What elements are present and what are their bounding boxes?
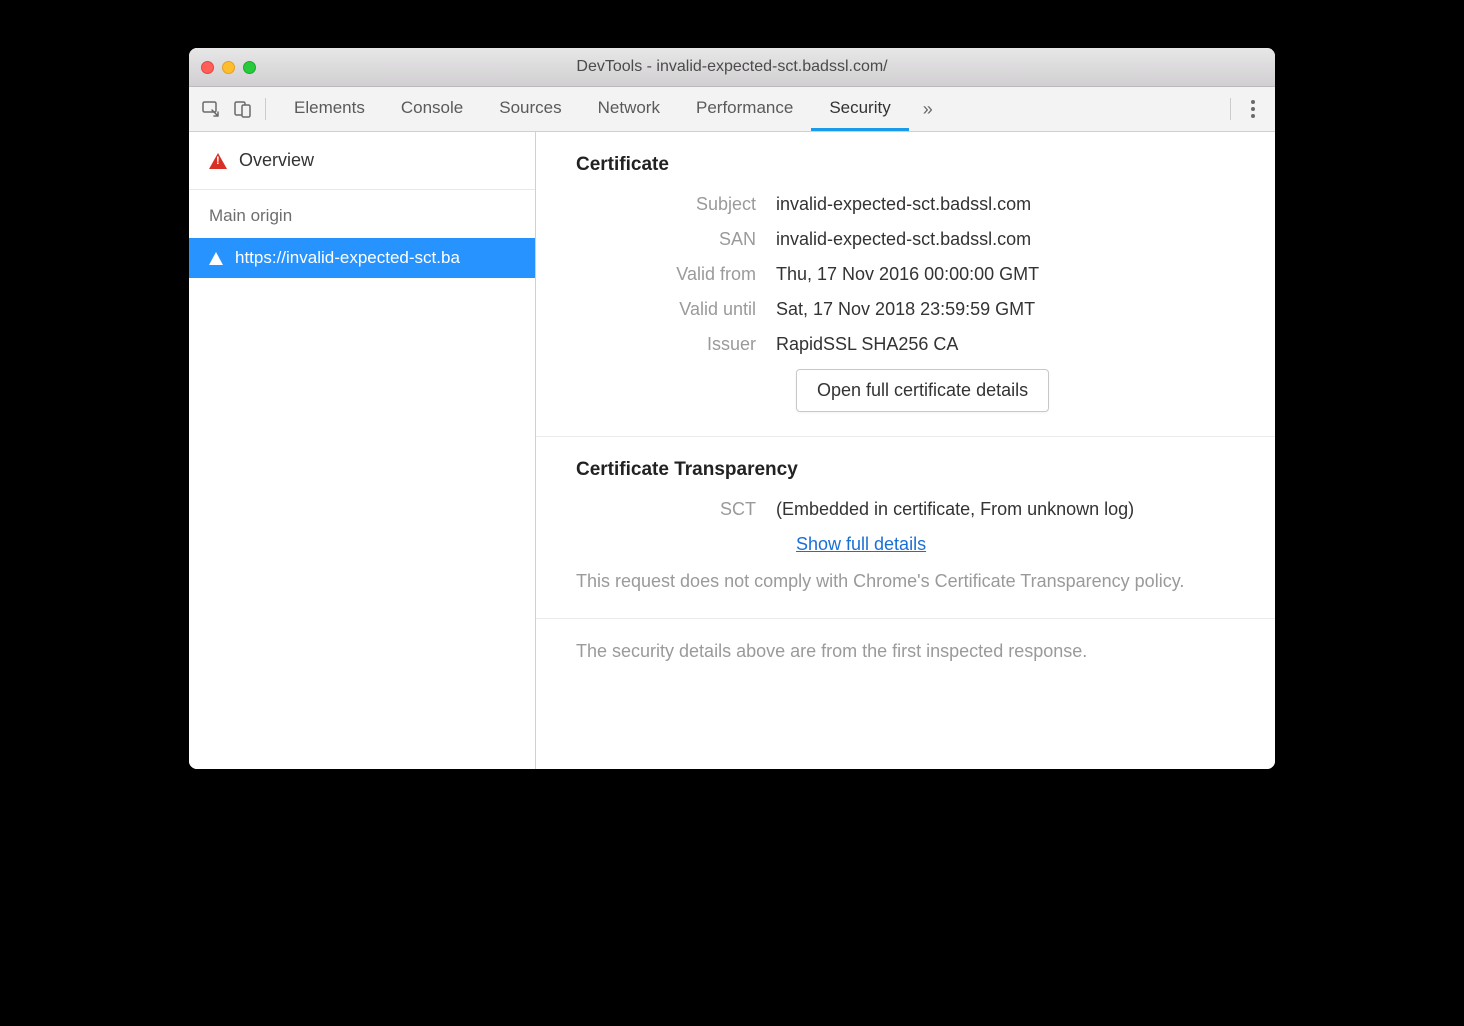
- titlebar: DevTools - invalid-expected-sct.badssl.c…: [189, 48, 1275, 87]
- main-origin-header: Main origin: [189, 190, 535, 238]
- toolbar-divider: [1230, 98, 1231, 120]
- devtools-window: DevTools - invalid-expected-sct.badssl.c…: [189, 48, 1275, 769]
- cert-value: invalid-expected-sct.badssl.com: [776, 229, 1235, 250]
- open-certificate-details-button[interactable]: Open full certificate details: [796, 369, 1049, 412]
- sidebar-overview[interactable]: Overview: [189, 132, 535, 189]
- devtools-tabs: Elements Console Sources Network Perform…: [276, 87, 947, 131]
- sidebar-origin-item[interactable]: https://invalid-expected-sct.ba: [189, 238, 535, 278]
- warning-icon: [209, 153, 227, 169]
- tab-performance[interactable]: Performance: [678, 87, 811, 131]
- cert-label: Subject: [576, 194, 776, 215]
- cert-label: Valid until: [576, 299, 776, 320]
- tab-security[interactable]: Security: [811, 87, 908, 131]
- footer-note: The security details above are from the …: [536, 619, 1275, 684]
- tab-sources[interactable]: Sources: [481, 87, 579, 131]
- ct-label: SCT: [576, 499, 776, 520]
- overview-label: Overview: [239, 150, 314, 171]
- tab-network[interactable]: Network: [580, 87, 678, 131]
- cert-value: Sat, 17 Nov 2018 23:59:59 GMT: [776, 299, 1235, 320]
- origin-url: https://invalid-expected-sct.ba: [235, 248, 460, 268]
- cert-row-issuer: Issuer RapidSSL SHA256 CA: [576, 334, 1235, 355]
- cert-value: Thu, 17 Nov 2016 00:00:00 GMT: [776, 264, 1235, 285]
- device-toggle-icon[interactable]: [231, 97, 255, 121]
- cert-button-row: Open full certificate details: [796, 369, 1235, 412]
- origin-warning-icon: [209, 252, 223, 265]
- window-title: DevTools - invalid-expected-sct.badssl.c…: [576, 58, 887, 76]
- cert-label: SAN: [576, 229, 776, 250]
- maximize-window-button[interactable]: [243, 61, 256, 74]
- ct-value: (Embedded in certificate, From unknown l…: [776, 499, 1235, 520]
- cert-row-subject: Subject invalid-expected-sct.badssl.com: [576, 194, 1235, 215]
- ct-link-row: Show full details: [796, 534, 1235, 555]
- ct-section: Certificate Transparency SCT (Embedded i…: [536, 437, 1275, 619]
- tab-console[interactable]: Console: [383, 87, 481, 131]
- security-sidebar: Overview Main origin https://invalid-exp…: [189, 132, 536, 769]
- inspect-element-icon[interactable]: [199, 97, 223, 121]
- minimize-window-button[interactable]: [222, 61, 235, 74]
- more-tabs-icon[interactable]: »: [909, 87, 947, 131]
- devtools-toolbar: Elements Console Sources Network Perform…: [189, 87, 1275, 132]
- ct-title: Certificate Transparency: [576, 459, 1235, 481]
- certificate-section: Certificate Subject invalid-expected-sct…: [536, 132, 1275, 437]
- cert-value: RapidSSL SHA256 CA: [776, 334, 1235, 355]
- close-window-button[interactable]: [201, 61, 214, 74]
- cert-value: invalid-expected-sct.badssl.com: [776, 194, 1235, 215]
- cert-label: Issuer: [576, 334, 776, 355]
- tab-elements[interactable]: Elements: [276, 87, 383, 131]
- toolbar-icons: [199, 97, 255, 121]
- toolbar-divider: [265, 98, 266, 120]
- cert-row-valid-until: Valid until Sat, 17 Nov 2018 23:59:59 GM…: [576, 299, 1235, 320]
- certificate-title: Certificate: [576, 154, 1235, 176]
- traffic-lights: [201, 61, 256, 74]
- show-full-details-link[interactable]: Show full details: [796, 534, 926, 554]
- cert-label: Valid from: [576, 264, 776, 285]
- cert-row-san: SAN invalid-expected-sct.badssl.com: [576, 229, 1235, 250]
- security-main-panel: Certificate Subject invalid-expected-sct…: [536, 132, 1275, 769]
- content-area: Overview Main origin https://invalid-exp…: [189, 132, 1275, 769]
- cert-row-valid-from: Valid from Thu, 17 Nov 2016 00:00:00 GMT: [576, 264, 1235, 285]
- settings-menu-icon[interactable]: [1241, 100, 1265, 118]
- ct-compliance-note: This request does not comply with Chrome…: [576, 569, 1235, 594]
- ct-row-sct: SCT (Embedded in certificate, From unkno…: [576, 499, 1235, 520]
